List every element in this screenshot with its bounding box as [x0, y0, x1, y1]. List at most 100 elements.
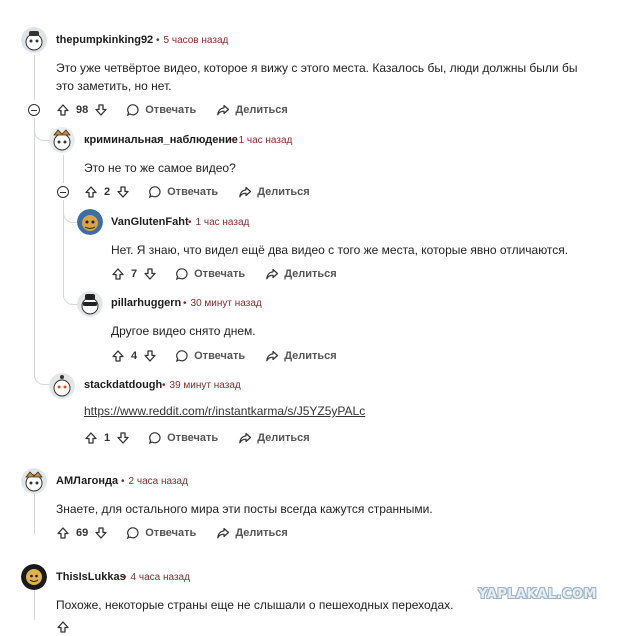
comment-actions: 4 Отвечать Делиться	[111, 347, 337, 365]
comment-actions: 2 Отвечать Делиться	[84, 183, 310, 201]
separator: •	[231, 135, 235, 146]
reply-button[interactable]: Отвечать	[175, 267, 245, 281]
watermark: YAPLAKAL.COM	[478, 587, 597, 602]
timestamp: • 39 минут назад	[162, 380, 241, 391]
thread-line	[34, 55, 35, 100]
reply-label: Отвечать	[145, 104, 197, 116]
speech-bubble-icon	[175, 267, 189, 281]
arrow-up-icon[interactable]	[56, 103, 70, 117]
username[interactable]: pillarhuggern	[111, 297, 181, 309]
thread-line	[34, 590, 35, 620]
speech-bubble-icon	[126, 526, 140, 540]
share-button[interactable]: Делиться	[265, 349, 337, 363]
arrow-down-icon[interactable]	[116, 185, 130, 199]
username[interactable]: stackdatdough	[84, 379, 162, 391]
arrow-up-icon[interactable]	[84, 431, 98, 445]
share-arrow-icon	[238, 431, 252, 445]
separator: •	[156, 35, 160, 46]
thread-line	[34, 494, 35, 534]
reply-button[interactable]: Отвечать	[126, 526, 196, 540]
arrow-up-icon[interactable]	[84, 185, 98, 199]
avatar[interactable]	[21, 564, 47, 590]
arrow-down-icon[interactable]	[94, 103, 108, 117]
avatar[interactable]	[21, 27, 47, 53]
time-text: 2 часа назад	[128, 476, 188, 487]
reply-label: Отвечать	[145, 527, 197, 539]
arrow-up-icon[interactable]	[56, 526, 70, 540]
username[interactable]: криминальная_наблюдение	[84, 134, 238, 146]
time-text: 1 час назад	[195, 217, 250, 228]
vote-count: 98	[76, 104, 89, 116]
comment-actions: 98 Отвечать Делиться	[56, 101, 288, 119]
comment-actions: 1 Отвечать Делиться	[84, 429, 310, 447]
time-text: 39 минут назад	[169, 380, 241, 391]
vote-count: 7	[131, 268, 138, 280]
reply-label: Отвечать	[167, 432, 219, 444]
avatar[interactable]	[21, 468, 47, 494]
reply-label: Отвечать	[194, 350, 246, 362]
separator: •	[183, 298, 187, 309]
speech-bubble-icon	[126, 103, 140, 117]
avatar[interactable]	[49, 373, 75, 399]
share-label: Делиться	[284, 268, 337, 280]
comment-text: Нет. Я знаю, что видел ещё два видео с т…	[111, 243, 569, 257]
thread-elbow	[63, 282, 78, 305]
share-arrow-icon	[265, 349, 279, 363]
avatar[interactable]	[77, 209, 103, 235]
thread-elbow	[63, 200, 78, 223]
share-button[interactable]: Делиться	[238, 185, 310, 199]
separator: •	[123, 572, 127, 583]
arrow-up-icon[interactable]	[111, 267, 125, 281]
comment-text: Знаете, для остального мира эти посты вс…	[56, 502, 433, 516]
share-arrow-icon	[265, 267, 279, 281]
time-text: 1 час назад	[238, 135, 293, 146]
time-text: 30 минут назад	[190, 298, 262, 309]
vote-count: 1	[104, 432, 111, 444]
speech-bubble-icon	[148, 185, 162, 199]
username[interactable]: ThisIsLukkas	[56, 571, 126, 583]
speech-bubble-icon	[175, 349, 189, 363]
collapse-minus-icon[interactable]	[28, 104, 40, 116]
collapse-minus-icon[interactable]	[57, 186, 69, 198]
vote-count: 4	[131, 350, 138, 362]
time-text: 5 часов назад	[163, 35, 229, 46]
avatar[interactable]	[77, 291, 103, 317]
share-label: Делиться	[235, 527, 288, 539]
username[interactable]: VanGlutenFaht	[111, 216, 189, 228]
reply-button[interactable]: Отвечать	[126, 103, 196, 117]
separator: •	[188, 217, 192, 228]
comment-actions: 7 Отвечать Делиться	[111, 265, 337, 283]
reply-button[interactable]: Отвечать	[148, 431, 218, 445]
arrow-down-icon[interactable]	[94, 526, 108, 540]
timestamp: • 2 часа назад	[121, 476, 188, 487]
arrow-down-icon[interactable]	[143, 349, 157, 363]
arrow-down-icon[interactable]	[143, 267, 157, 281]
reply-button[interactable]: Отвечать	[175, 349, 245, 363]
arrow-down-icon[interactable]	[116, 431, 130, 445]
timestamp: • 4 часа назад	[123, 572, 190, 583]
username[interactable]: АМЛагонда	[56, 475, 118, 487]
share-button[interactable]: Делиться	[265, 267, 337, 281]
timestamp: • 30 минут назад	[183, 298, 262, 309]
avatar[interactable]	[49, 127, 75, 153]
reply-label: Отвечать	[194, 268, 246, 280]
comment-link[interactable]: https://www.reddit.com/r/instantkarma/s/…	[84, 404, 365, 418]
arrow-up-icon[interactable]	[111, 349, 125, 363]
share-button[interactable]: Делиться	[216, 103, 288, 117]
comment-actions: 69 Отвечать Делиться	[56, 524, 288, 542]
arrow-up-icon[interactable]	[56, 620, 70, 634]
share-button[interactable]: Делиться	[238, 431, 310, 445]
share-button[interactable]: Делиться	[216, 526, 288, 540]
username[interactable]: thepumpkinking92	[56, 34, 153, 46]
time-text: 4 часа назад	[130, 572, 190, 583]
share-arrow-icon	[216, 103, 230, 117]
share-arrow-icon	[238, 185, 252, 199]
share-arrow-icon	[216, 526, 230, 540]
vote-count: 2	[104, 186, 111, 198]
thread-line	[63, 155, 64, 183]
comment-text: Это не то же самое видео?	[84, 161, 236, 175]
thread-elbow	[34, 362, 49, 385]
reply-button[interactable]: Отвечать	[148, 185, 218, 199]
separator: •	[162, 380, 166, 391]
comment-actions	[56, 618, 70, 636]
